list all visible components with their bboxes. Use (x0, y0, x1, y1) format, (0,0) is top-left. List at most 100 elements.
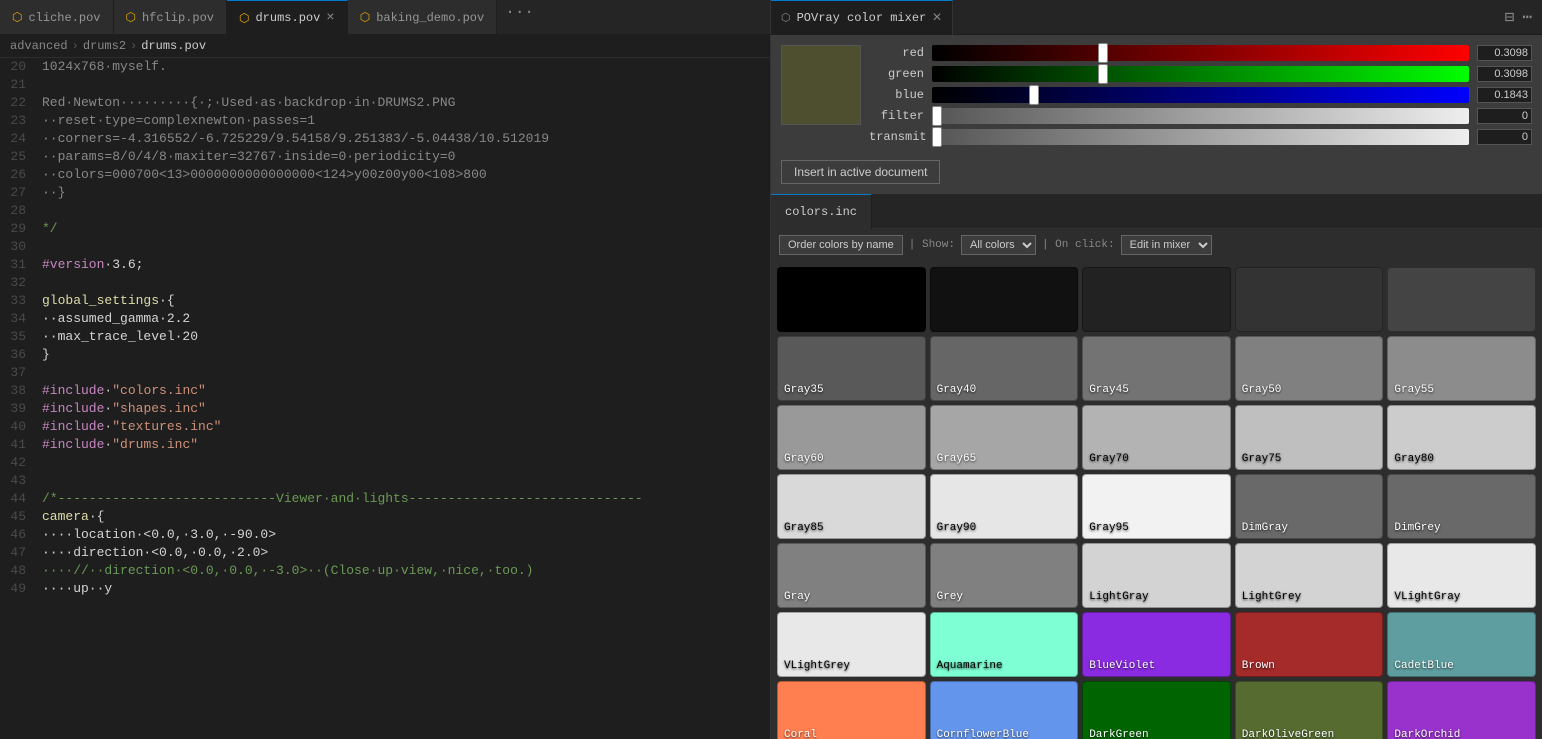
color-swatch[interactable]: DimGrey (1387, 474, 1536, 539)
code-line: 45 camera·{ (0, 508, 770, 526)
color-swatch[interactable]: Gray70 (1082, 405, 1231, 470)
code-line: 40 #include·"textures.inc" (0, 418, 770, 436)
color-swatch[interactable]: Gray95 (1082, 474, 1231, 539)
color-swatch[interactable]: LightGray (1082, 543, 1231, 608)
color-swatch[interactable]: Gray60 (777, 405, 926, 470)
color-mixer: red green (771, 35, 1542, 194)
color-swatch[interactable]: Gray45 (1082, 336, 1231, 401)
color-swatch[interactable]: CornflowerBlue (930, 681, 1079, 739)
code-line: 31 #version·3.6; (0, 256, 770, 274)
code-line: 37 (0, 364, 770, 382)
order-colors-button[interactable]: Order colors by name (779, 235, 903, 255)
color-swatch[interactable]: Grey (930, 543, 1079, 608)
transmit-slider-track[interactable] (932, 129, 1469, 145)
code-line: 49 ····up··y (0, 580, 770, 598)
color-swatch[interactable]: VLightGrey (777, 612, 926, 677)
colors-toolbar: Order colors by name | Show: All colors … (771, 229, 1542, 261)
tab-label-cliche: cliche.pov (28, 11, 100, 25)
transmit-slider-row: transmit (869, 129, 1532, 145)
tab-drums[interactable]: ⬡ drums.pov × (227, 0, 348, 34)
breadcrumb-file[interactable]: drums.pov (141, 39, 206, 53)
file-icon-drums: ⬡ (239, 11, 249, 26)
tab-baking[interactable]: ⬡ baking_demo.pov (348, 0, 498, 34)
show-select[interactable]: All colors Named Custom (961, 235, 1036, 255)
color-swatch[interactable]: LightGrey (1235, 543, 1384, 608)
color-swatch[interactable]: Gray (777, 543, 926, 608)
color-swatch[interactable]: Gray35 (777, 336, 926, 401)
code-line: 39 #include·"shapes.inc" (0, 400, 770, 418)
blue-slider-track[interactable] (932, 87, 1469, 103)
code-line: 30 (0, 238, 770, 256)
colors-inc-tab[interactable]: colors.inc (771, 194, 872, 229)
tabs-overflow-button[interactable]: ... (497, 0, 542, 34)
color-swatch[interactable]: VLightGray (1387, 543, 1536, 608)
color-swatch[interactable]: Gray55 (1387, 336, 1536, 401)
red-value-input[interactable] (1477, 45, 1532, 61)
transmit-slider-thumb[interactable] (932, 127, 942, 147)
color-swatch[interactable]: Gray65 (930, 405, 1079, 470)
color-swatch[interactable]: CadetBlue (1387, 612, 1536, 677)
color-swatch[interactable]: Brown (1235, 612, 1384, 677)
file-icon: ⬡ (12, 10, 22, 25)
show-separator: | Show: (909, 239, 955, 251)
color-swatch[interactable]: Aquamarine (930, 612, 1079, 677)
color-swatch[interactable]: Gray90 (930, 474, 1079, 539)
color-swatch[interactable]: DarkOrchid (1387, 681, 1536, 739)
green-value-input[interactable] (1477, 66, 1532, 82)
filter-slider-track[interactable] (932, 108, 1469, 124)
green-label: green (869, 67, 924, 81)
code-editor[interactable]: 20 1024x768·myself. 21 22 Red·Newton····… (0, 58, 770, 739)
colors-tab-bar: colors.inc (771, 194, 1542, 229)
onclick-select[interactable]: Edit in mixer Insert Copy name (1121, 235, 1212, 255)
breadcrumb-drums2[interactable]: drums2 (83, 39, 126, 53)
color-swatch[interactable]: DarkGreen (1082, 681, 1231, 739)
color-swatch[interactable] (777, 267, 926, 332)
right-panel-close[interactable]: × (932, 9, 942, 27)
color-swatch[interactable] (1082, 267, 1231, 332)
color-swatch[interactable] (930, 267, 1079, 332)
code-line: 38 #include·"colors.inc" (0, 382, 770, 400)
filter-value-input[interactable] (1477, 108, 1532, 124)
breadcrumb: advanced › drums2 › drums.pov (0, 35, 770, 58)
green-slider-track[interactable] (932, 66, 1469, 82)
green-slider-thumb[interactable] (1098, 64, 1108, 84)
color-swatch[interactable]: Gray40 (930, 336, 1079, 401)
breadcrumb-advanced[interactable]: advanced (10, 39, 68, 53)
right-panel: red green (770, 35, 1542, 739)
code-line: 20 1024x768·myself. (0, 58, 770, 76)
colors-panel: colors.inc Order colors by name | Show: … (771, 194, 1542, 739)
code-line: 48 ····//··direction·<0.0,·0.0,·-3.0>··(… (0, 562, 770, 580)
panel-more-icon[interactable]: ⋯ (1522, 7, 1532, 27)
color-swatch[interactable]: DarkOliveGreen (1235, 681, 1384, 739)
red-slider-thumb[interactable] (1098, 43, 1108, 63)
code-line: 33 global_settings·{ (0, 292, 770, 310)
filter-label: filter (869, 109, 924, 123)
color-swatch[interactable]: Coral (777, 681, 926, 739)
blue-value-input[interactable] (1477, 87, 1532, 103)
colors-grid: Gray35Gray40Gray45Gray50Gray55Gray60Gray… (771, 261, 1542, 739)
tab-hfclip[interactable]: ⬡ hfclip.pov (114, 0, 228, 34)
color-swatch[interactable]: Gray75 (1235, 405, 1384, 470)
insert-button[interactable]: Insert in active document (781, 160, 940, 184)
color-swatch[interactable]: DimGray (1235, 474, 1384, 539)
tab-cliche[interactable]: ⬡ cliche.pov (0, 0, 114, 34)
code-line: 34 ··assumed_gamma·2.2 (0, 310, 770, 328)
split-editor-icon[interactable]: ⊟ (1505, 7, 1515, 27)
filter-slider-thumb[interactable] (932, 106, 942, 126)
right-panel-title: POVray color mixer (797, 11, 927, 25)
blue-slider-row: blue (869, 87, 1532, 103)
color-swatch[interactable]: Gray50 (1235, 336, 1384, 401)
blue-slider-thumb[interactable] (1029, 85, 1039, 105)
file-icon-hf: ⬡ (126, 10, 136, 25)
color-swatch[interactable] (1235, 267, 1384, 332)
tab-close-drums[interactable]: × (326, 10, 334, 26)
transmit-value-input[interactable] (1477, 129, 1532, 145)
code-line: 41 #include·"drums.inc" (0, 436, 770, 454)
color-swatch[interactable] (1387, 267, 1536, 332)
code-line: 23 ··reset·type=complexnewton·passes=1 (0, 112, 770, 130)
color-swatch[interactable]: BlueViolet (1082, 612, 1231, 677)
color-swatch[interactable]: Gray85 (777, 474, 926, 539)
code-line: 35 ··max_trace_level·20 (0, 328, 770, 346)
color-swatch[interactable]: Gray80 (1387, 405, 1536, 470)
red-slider-track[interactable] (932, 45, 1469, 61)
